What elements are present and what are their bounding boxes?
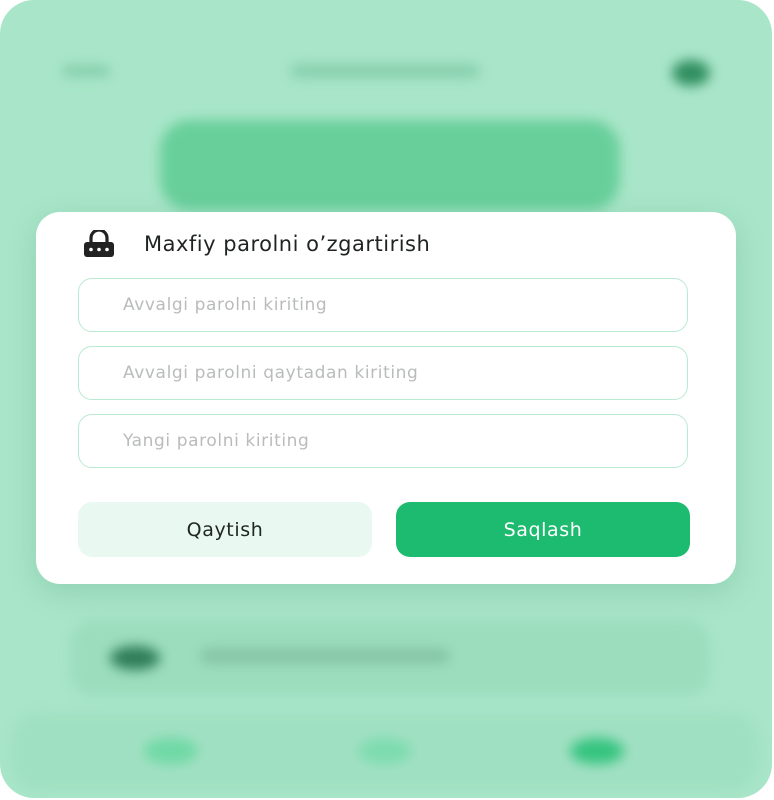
lock-icon [82,228,116,258]
back-arrow-icon [62,66,110,76]
change-password-dialog: Maxfiy parolni o’zgartirish Qaytish Saql… [36,212,736,584]
dialog-header: Maxfiy parolni o’zgartirish [82,228,431,258]
back-button[interactable]: Qaytish [78,502,372,557]
header-title-placeholder [290,64,480,78]
new-password-input[interactable] [79,415,687,467]
old-password-repeat-input[interactable] [79,347,687,399]
app-screen: Maxfiy parolni o’zgartirish Qaytish Saql… [0,0,772,798]
save-button[interactable]: Saqlash [396,502,690,557]
avatar [672,60,710,86]
nav-item-icon [358,738,412,764]
nav-item-icon [144,738,198,764]
old-password-input[interactable] [79,279,687,331]
old-password-repeat-field[interactable] [78,346,688,400]
list-item-icon [110,646,160,670]
list-item-label-placeholder [200,648,450,664]
nav-item-icon [570,738,624,764]
hero-banner [160,120,620,210]
new-password-field[interactable] [78,414,688,468]
old-password-field[interactable] [78,278,688,332]
dialog-title: Maxfiy parolni o’zgartirish [144,232,431,256]
